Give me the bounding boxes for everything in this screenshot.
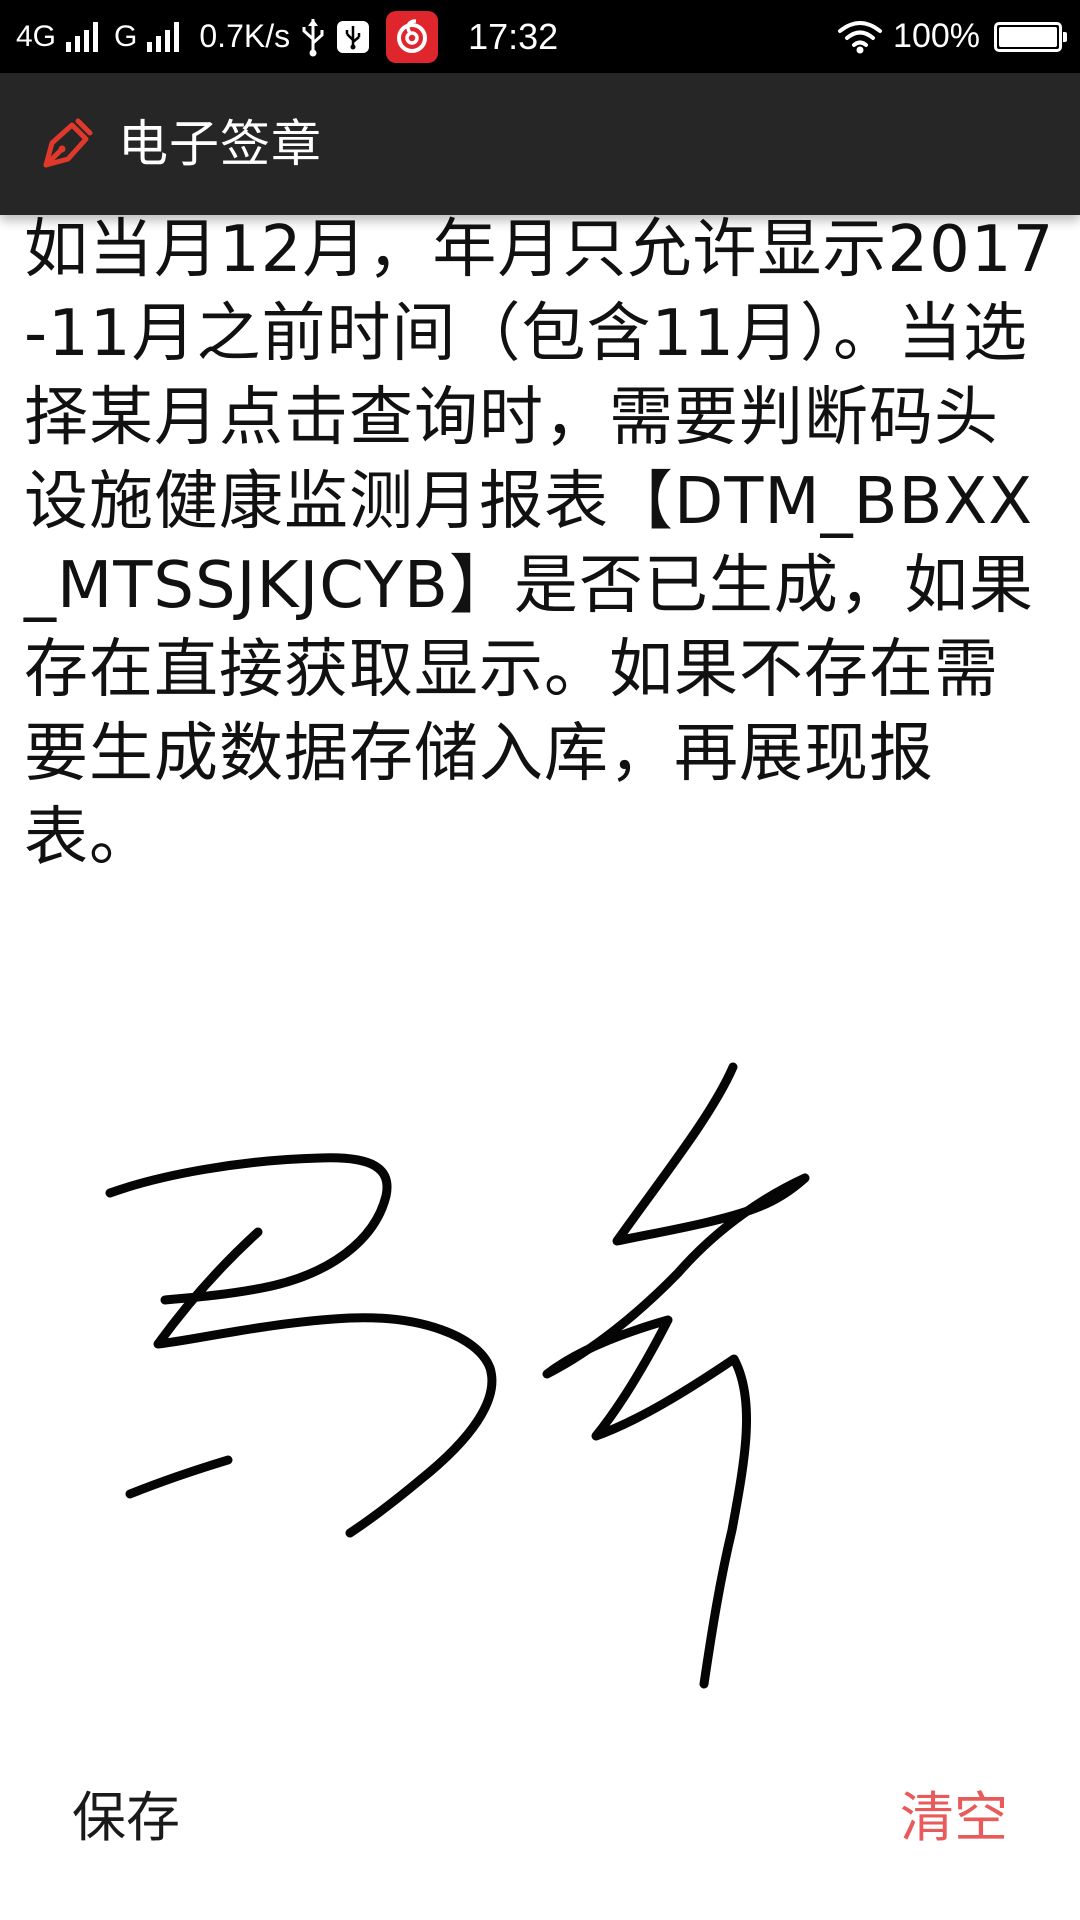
handwritten-signature: [105, 1062, 810, 1689]
page-title: 电子签章: [118, 115, 322, 173]
status-bar: 4G G 0.7K/s 17:32 100%: [0, 0, 1080, 73]
description-text: 如当月12月，年月只允许显示2017-11月之前时间（包含11月）。当选择某月点…: [24, 213, 1055, 875]
signature-stroke: [153, 1227, 497, 1538]
wifi-icon: [837, 19, 883, 55]
usb-icon: [300, 17, 326, 57]
save-button[interactable]: 保存: [72, 1773, 180, 1852]
network-speed: 0.7K/s: [199, 18, 291, 54]
clock: 17:32: [468, 15, 559, 57]
signature-stroke: [105, 1153, 392, 1305]
signal-icon-2: [147, 21, 180, 52]
signal-icon: [66, 21, 99, 52]
signature-stroke: [542, 1062, 810, 1689]
app-toolbar: 电子签章: [0, 73, 1080, 215]
pen-nib-icon: [38, 115, 96, 173]
battery-percent: 100%: [893, 17, 980, 55]
network-4g-label: 4G: [16, 19, 57, 53]
signature-pad[interactable]: [0, 1000, 1080, 1720]
usb-debug-icon: [336, 20, 370, 54]
clear-button[interactable]: 清空: [900, 1773, 1008, 1852]
signature-stroke: [125, 1455, 233, 1499]
netease-music-icon: [386, 10, 439, 63]
network-g-label: G: [114, 19, 138, 53]
battery-level-fill: [999, 26, 1057, 47]
battery-icon: [994, 21, 1067, 52]
